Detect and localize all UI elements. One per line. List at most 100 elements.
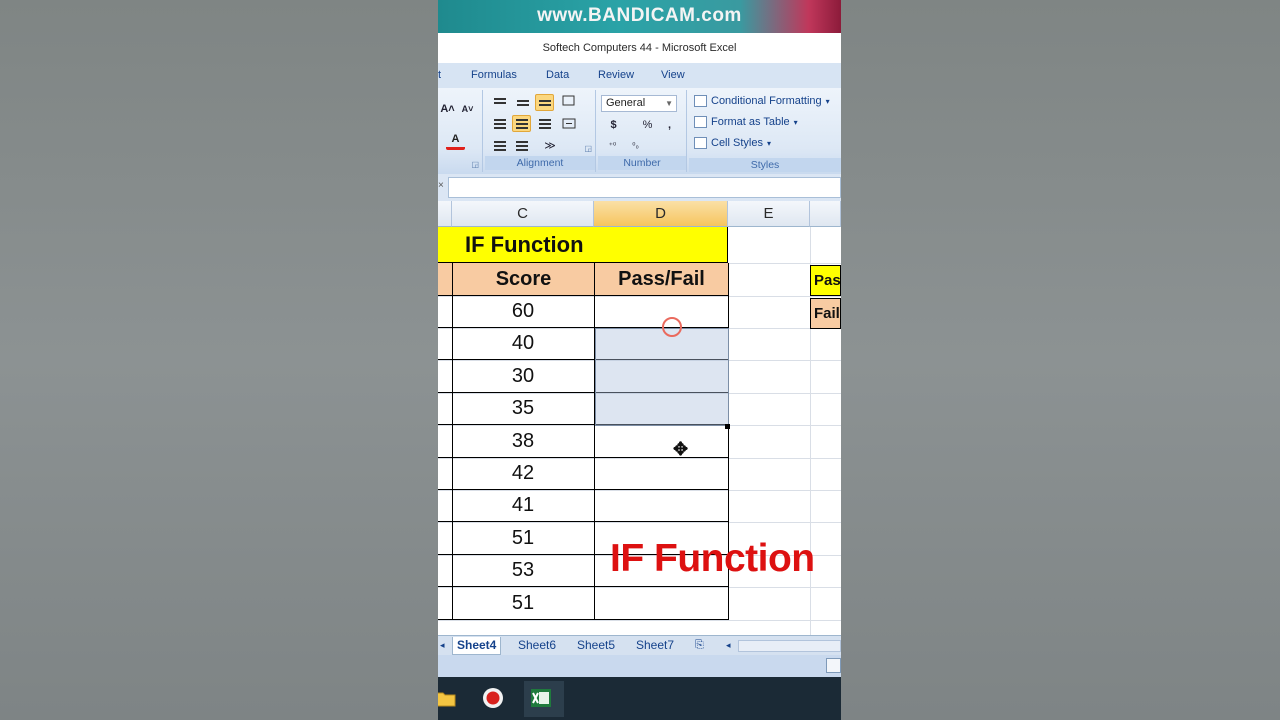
sheet-title-cell[interactable]: IF Function — [438, 227, 728, 263]
score-cell[interactable]: 60 — [452, 296, 595, 328]
score-cell[interactable]: 42 — [452, 458, 595, 490]
column-header-c[interactable]: C — [452, 201, 594, 227]
folder-icon[interactable] — [438, 687, 456, 709]
tab-sheet5[interactable]: Sheet5 — [577, 637, 615, 654]
tab-view[interactable]: View — [661, 69, 685, 81]
font-dialog-launcher-icon[interactable]: ◲ — [471, 160, 479, 169]
score-cell[interactable]: 53 — [452, 555, 595, 587]
excel-icon[interactable] — [530, 687, 552, 709]
score-header-cell[interactable]: Score — [452, 263, 595, 296]
table-row-b-cell[interactable] — [438, 296, 453, 328]
increase-indent-icon[interactable] — [512, 137, 531, 154]
conditional-formatting-icon — [694, 95, 707, 107]
column-header-e[interactable]: E — [728, 201, 810, 227]
align-bottom-icon[interactable] — [535, 94, 554, 111]
merge-center-icon[interactable] — [559, 115, 578, 132]
align-middle-icon[interactable] — [513, 94, 532, 111]
table-row-b-cell[interactable] — [438, 425, 453, 458]
table-row-b-cell[interactable] — [438, 328, 453, 360]
alignment-dialog-launcher-icon[interactable]: ◲ — [584, 144, 592, 153]
score-cell[interactable]: 30 — [452, 360, 595, 393]
decrease-decimal-icon[interactable]: ⁰₀ — [626, 137, 645, 154]
formula-input[interactable] — [448, 177, 841, 198]
table-row-b-cell[interactable] — [438, 522, 453, 555]
tab-formulas[interactable]: Formulas — [471, 69, 517, 81]
column-header-f[interactable] — [810, 201, 841, 227]
table-row-b-cell[interactable] — [438, 393, 453, 425]
align-right-icon[interactable] — [535, 115, 554, 132]
align-center-icon[interactable] — [512, 115, 531, 132]
wrap-text-icon[interactable]: ≫ — [537, 137, 563, 154]
normal-view-icon[interactable] — [826, 658, 841, 673]
worksheet-grid[interactable]: IF Function Score Pass/Fail 60 40 30 35 38 42… — [438, 227, 841, 635]
passfail-cell[interactable] — [594, 425, 729, 458]
score-cell[interactable]: 35 — [452, 393, 595, 425]
font-group: A˄ A˅ A ◲ — [438, 90, 483, 172]
passfail-cell[interactable] — [594, 490, 729, 522]
font-grow-button[interactable]: A˄ — [438, 100, 457, 117]
number-label: Number — [598, 156, 686, 170]
styles-label: Styles — [689, 158, 841, 172]
passfail-header-cell[interactable]: Pass/Fail — [594, 263, 729, 296]
tab-data[interactable]: Data — [546, 69, 569, 81]
score-cell[interactable]: 41 — [452, 490, 595, 522]
currency-button[interactable]: $ — [604, 116, 623, 133]
score-cell[interactable]: 40 — [452, 328, 595, 360]
table-row-b-cell[interactable] — [438, 360, 453, 393]
format-as-table-button[interactable]: Format as Table ▾ — [694, 116, 798, 128]
font-color-button[interactable]: A — [446, 130, 465, 150]
prev-sheet-icon[interactable]: ◂ — [440, 637, 445, 654]
table-row-b-cell[interactable] — [438, 587, 453, 620]
align-top-icon[interactable] — [490, 92, 509, 109]
comma-button[interactable]: , — [660, 116, 679, 133]
left-background — [0, 0, 438, 720]
fail-key-cell[interactable]: Fail — [810, 298, 841, 329]
fx-icon[interactable]: × — [438, 180, 447, 191]
taskbar — [438, 677, 841, 720]
excel-window: www.BANDICAM.com Softech Computers 44 - … — [438, 0, 841, 720]
alignment-label: Alignment — [485, 156, 595, 170]
ribbon-tabs: t Formulas Data Review View — [438, 63, 841, 88]
table-row-b-cell[interactable] — [438, 490, 453, 522]
passfail-cell[interactable] — [594, 458, 729, 490]
insert-sheet-icon[interactable]: ⎘ — [695, 637, 704, 654]
number-format-value: General — [606, 97, 646, 109]
scroll-left-icon[interactable]: ◂ — [726, 637, 731, 654]
format-as-table-label: Format as Table — [711, 116, 790, 128]
percent-button[interactable]: % — [638, 116, 657, 133]
cell-cursor-icon: ✥ — [673, 439, 689, 459]
header-cell-b[interactable] — [438, 263, 453, 296]
pass-key-cell[interactable]: Pass — [810, 265, 841, 296]
fill-handle[interactable] — [725, 424, 730, 429]
sheet-tab-bar: ◂ Sheet4 Sheet6 Sheet5 Sheet7 ⎘ ◂ — [438, 635, 841, 656]
record-icon[interactable] — [482, 687, 504, 709]
chevron-down-icon: ▾ — [766, 138, 771, 148]
tab-insert[interactable]: t — [438, 69, 441, 81]
tab-sheet7[interactable]: Sheet7 — [636, 637, 674, 654]
increase-decimal-icon[interactable]: ⁺⁰ — [603, 137, 622, 154]
tab-sheet4[interactable]: Sheet4 — [452, 637, 502, 655]
number-format-select[interactable]: General ▼ — [601, 95, 677, 112]
gridline — [438, 620, 841, 621]
orientation-icon[interactable] — [559, 92, 578, 109]
passfail-cell[interactable] — [594, 587, 729, 620]
watermark-bar: www.BANDICAM.com — [438, 0, 841, 33]
tab-sheet6[interactable]: Sheet6 — [518, 637, 556, 654]
format-table-icon — [694, 116, 707, 128]
conditional-formatting-button[interactable]: Conditional Formatting ▾ — [694, 95, 830, 107]
cell-styles-button[interactable]: Cell Styles ▾ — [694, 137, 771, 149]
align-left-icon[interactable] — [490, 115, 509, 132]
score-cell[interactable]: 38 — [452, 425, 595, 458]
decrease-indent-icon[interactable] — [490, 137, 509, 154]
font-shrink-button[interactable]: A˅ — [458, 100, 477, 117]
score-cell[interactable]: 51 — [452, 587, 595, 620]
table-row-b-cell[interactable] — [438, 458, 453, 490]
tab-review[interactable]: Review — [598, 69, 634, 81]
column-header-b[interactable] — [438, 201, 452, 227]
column-header-d[interactable]: D — [594, 201, 728, 227]
click-indicator-icon — [662, 317, 682, 337]
selection-range — [595, 328, 729, 426]
horizontal-scrollbar[interactable] — [738, 640, 841, 652]
score-cell[interactable]: 51 — [452, 522, 595, 555]
table-row-b-cell[interactable] — [438, 555, 453, 587]
